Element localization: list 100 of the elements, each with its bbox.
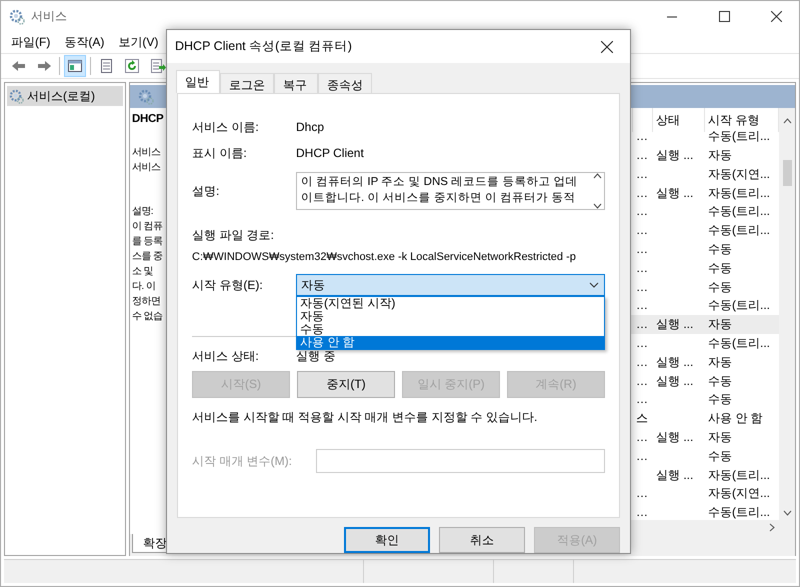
table-cell-text: … (635, 448, 649, 465)
table-cell-text: 수동 (707, 278, 733, 296)
gear-icon (9, 88, 24, 104)
table-cell-text: 수동 (707, 260, 733, 277)
detail-text: 서비스 (132, 161, 162, 175)
close-icon (601, 40, 613, 53)
field-label: 표시 이름: (192, 145, 248, 162)
gear-icon (9, 8, 25, 25)
dropdown-option[interactable]: 수동 (297, 322, 604, 336)
tab[interactable]: 일반 (176, 70, 220, 94)
table-cell-text: 실행 ... (655, 428, 694, 446)
table-cell-text: 사용 안 함 (707, 410, 764, 428)
description-box[interactable]: 이 컴퓨터의 IP 주소 및 DNS 레코드를 등록하고 업데 이트합니다. 이 서비스를 중지하면 이 컴퓨터가 동적 (296, 172, 605, 210)
table-cell-text: … (635, 504, 649, 522)
path-text: C:₩WINDOWS₩system32₩svchost.exe -k LocalServiceNetworkRestricted -p (192, 250, 577, 266)
vertical-scrollbar[interactable] (779, 108, 795, 520)
table-cell-text: 수동 (707, 391, 733, 408)
table-cell-text: 자동(트리... (707, 184, 771, 202)
field-label: 시작 매개 변수(M): (192, 452, 293, 470)
dialog-title: DHCP Client 속성(로컬 컴퓨터) (175, 38, 352, 56)
scroll-up-icon[interactable] (592, 173, 602, 180)
menu-item[interactable]: 파일(F) (5, 32, 56, 52)
close-icon (770, 10, 782, 22)
table-cell-text: … (635, 428, 649, 446)
dialog-button[interactable]: 취소 (439, 527, 525, 553)
scroll-down-icon (782, 510, 792, 516)
tab[interactable]: 종속성 (318, 73, 372, 94)
menu-item[interactable]: 보기(V) (112, 32, 164, 52)
description-text: 정하면 (132, 295, 162, 309)
menu-item[interactable]: 동작(A) (58, 32, 110, 52)
description-text: 다. 이 (132, 280, 156, 294)
table-cell-text: … (635, 222, 649, 240)
field-value: Dhcp (296, 119, 324, 136)
dropdown-option[interactable]: 사용 안 함 (297, 336, 604, 349)
dropdown-option[interactable]: 자동(지연된 시작) (297, 296, 604, 310)
console-tree-button[interactable] (64, 55, 86, 77)
table-cell: 실행 ... (653, 314, 705, 334)
gear-icon (138, 89, 154, 106)
console-tree-icon (67, 58, 83, 74)
table-cell-text: 수동(트리... (707, 297, 771, 314)
table-cell-text: 수동 (707, 372, 733, 390)
table-cell-text: 자동(지연... (707, 166, 771, 183)
field-value: DHCP Client (296, 145, 364, 162)
table-cell-text: … (635, 391, 649, 408)
table-cell-text: 수동(트리... (707, 203, 771, 220)
table-cell-text: 실행 ... (655, 372, 694, 390)
field-label: 설명: (192, 183, 220, 200)
table-cell-text: 실행 ... (655, 184, 694, 202)
scroll-right-icon (769, 522, 775, 532)
properties-icon (98, 58, 114, 74)
table-cell-text: … (635, 128, 649, 146)
table-cell-text: … (635, 240, 649, 258)
table-cell-text: … (635, 297, 649, 314)
table-cell-text: … (635, 184, 649, 202)
field-label: 시작 유형(E): (192, 276, 264, 294)
table-cell-text: 수동 (707, 240, 733, 258)
table-cell-text: 자동 (707, 428, 733, 446)
table-cell-text: … (635, 278, 649, 296)
window-title: 서비스 (31, 8, 68, 25)
table-cell-text: 자동(지연... (707, 485, 771, 502)
dropdown-option[interactable]: 자동 (297, 310, 604, 323)
table-cell-text: 수동(트리... (707, 222, 771, 240)
table-cell-text: … (635, 334, 649, 352)
table-cell-text: 수동(트리... (707, 504, 771, 522)
table-cell-text: 자동 (707, 146, 733, 164)
status-value: 실행 중 (296, 348, 336, 365)
field-label: 서비스 상태: (192, 348, 260, 365)
field-label: 실행 파일 경로: (192, 227, 276, 244)
table-cell-text: … (635, 260, 649, 277)
detail-text: 서비스 (132, 146, 162, 160)
maximize-icon (718, 10, 730, 22)
tab[interactable]: 로그온 (220, 73, 274, 94)
tab[interactable]: 복구 (274, 73, 318, 94)
table-cell-text: … (635, 166, 649, 183)
table-cell-text: 실행 ... (655, 354, 694, 371)
scroll-down-icon[interactable] (592, 203, 602, 210)
table-cell-text: 수동(트리... (707, 334, 771, 352)
table-cell-text: 자동 (707, 354, 733, 371)
description-text: 스를 중 (132, 250, 164, 264)
forward-arrow-icon (36, 58, 52, 74)
description-text: 이트합니다. 이 서비스를 중지하면 이 컴퓨터가 동적 (301, 191, 576, 206)
dialog-button[interactable]: 확인 (344, 527, 430, 553)
field-label: 서비스 이름: (192, 119, 260, 136)
table-cell-text: 수동 (707, 448, 733, 465)
table-cell-text: 실행 ... (655, 466, 694, 484)
description-text: 를 등록 (132, 235, 164, 249)
scrollbar-thumb[interactable] (782, 160, 792, 186)
table-cell-text: … (635, 203, 649, 220)
table-cell-text: 실행 ... (655, 146, 694, 164)
hint-text: 서비스를 시작할 때 적용할 시작 매개 변수를 지정할 수 있습니다. (192, 408, 538, 426)
tree-item[interactable]: 서비스(로컬) (7, 86, 123, 106)
table-cell-text: … (635, 354, 649, 371)
service-control-button[interactable]: 중지(T) (297, 370, 395, 398)
scroll-up-icon (782, 118, 792, 124)
chevron-down-icon (589, 282, 599, 288)
description-text: 이 컴퓨 (132, 220, 164, 234)
column-header[interactable]: 상태 (653, 108, 705, 132)
table-cell-text: 스 (635, 410, 649, 428)
export-list-icon (150, 58, 166, 74)
service-name-heading: DHCP (132, 112, 164, 127)
